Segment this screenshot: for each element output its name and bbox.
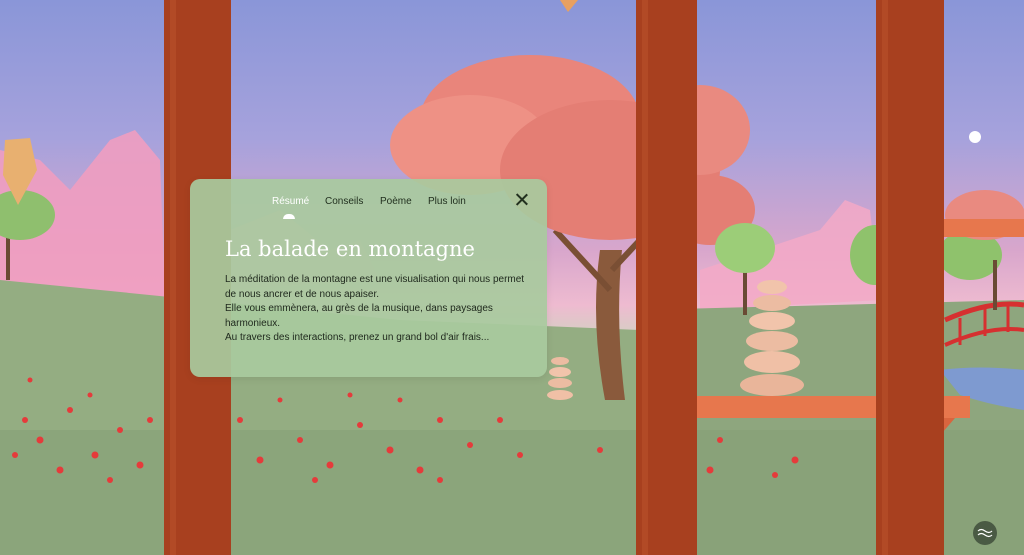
tab-resume[interactable]: Résumé xyxy=(272,196,309,207)
meditation-info-panel: Résumé Conseils Poème Plus loin La balad… xyxy=(190,179,547,377)
tab-plus-loin[interactable]: Plus loin xyxy=(428,196,466,207)
description-paragraph: Au travers des interactions, prenez un g… xyxy=(225,332,490,343)
tab-conseils[interactable]: Conseils xyxy=(325,196,363,207)
sound-wave-icon xyxy=(977,528,993,538)
description-paragraph: Elle vous emmènera, au grès de la musiqu… xyxy=(225,303,493,329)
description-paragraph: La méditation de la montagne est une vis… xyxy=(225,274,525,300)
panel-title: La balade en montagne xyxy=(225,237,475,261)
tab-poeme[interactable]: Poème xyxy=(380,196,412,207)
sound-toggle-button[interactable] xyxy=(973,521,997,545)
close-icon[interactable] xyxy=(515,193,529,207)
active-tab-indicator xyxy=(283,214,295,219)
panel-description: La méditation de la montagne est une vis… xyxy=(225,273,525,346)
